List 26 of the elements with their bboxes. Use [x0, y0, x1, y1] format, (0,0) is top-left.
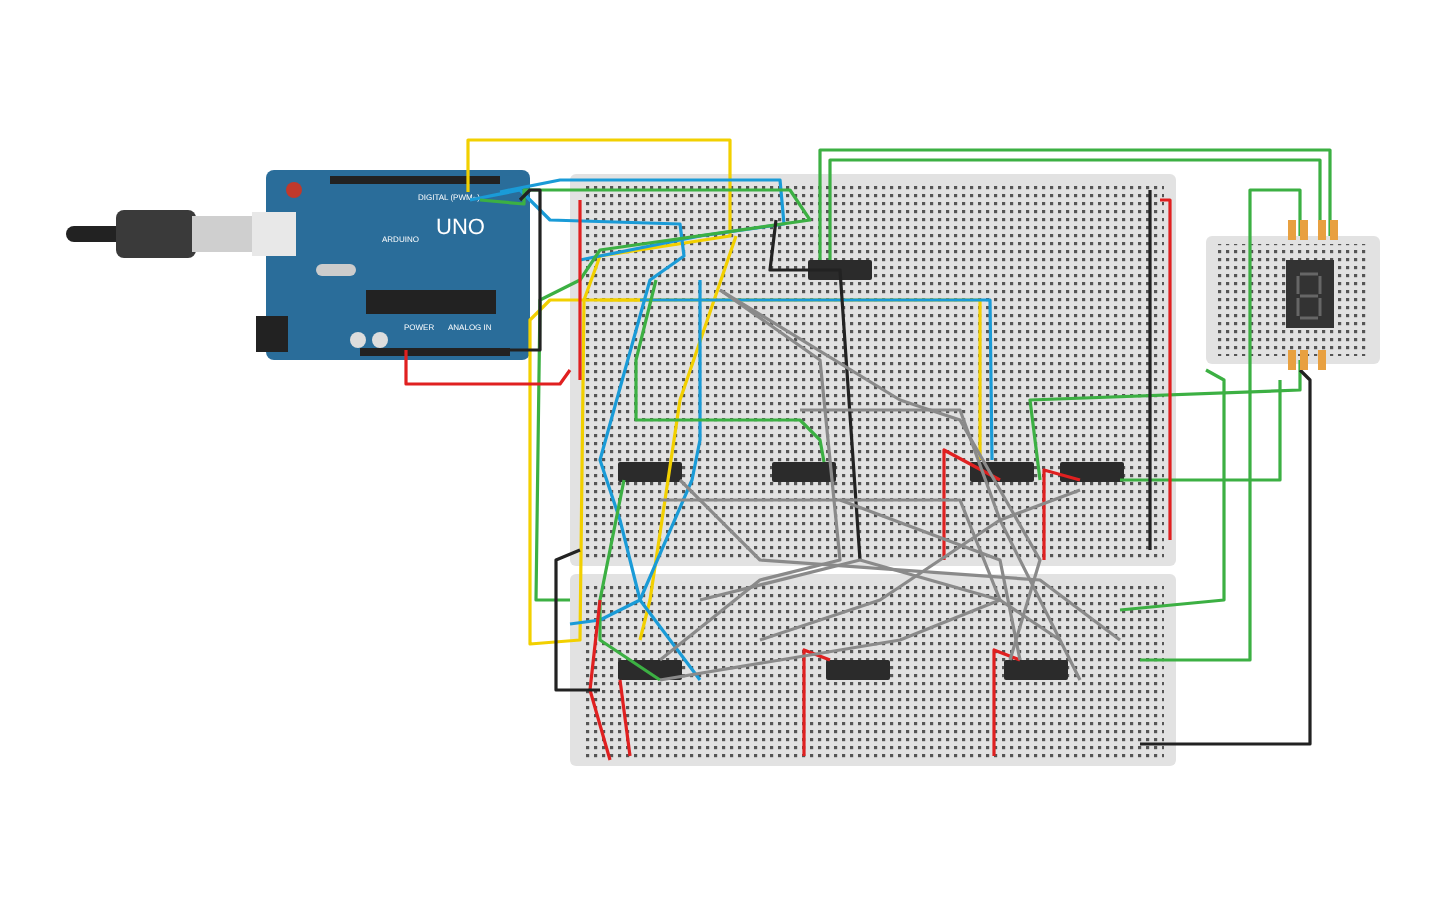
- model-label: UNO: [436, 216, 485, 240]
- wire[interactable]: [569, 280, 702, 626]
- wire[interactable]: [598, 479, 661, 682]
- wire[interactable]: [1120, 380, 1282, 482]
- wire[interactable]: [699, 558, 1061, 642]
- wire[interactable]: [659, 498, 1002, 682]
- wire[interactable]: [499, 178, 786, 262]
- chip[interactable]: [618, 462, 682, 482]
- wire[interactable]: [659, 288, 842, 662]
- wire[interactable]: [942, 448, 1001, 560]
- arduino-board[interactable]: [252, 170, 530, 360]
- chip[interactable]: [772, 462, 836, 482]
- wire[interactable]: [839, 498, 1022, 661]
- wire[interactable]: [678, 478, 1121, 642]
- wire[interactable]: [1140, 368, 1312, 746]
- wire[interactable]: [768, 219, 862, 561]
- wire[interactable]: [759, 488, 1081, 642]
- wire[interactable]: [1042, 468, 1081, 560]
- wire[interactable]: [802, 648, 831, 756]
- wire[interactable]: [719, 288, 1042, 661]
- wire[interactable]: [1028, 360, 1302, 481]
- wire[interactable]: [404, 350, 572, 386]
- wire[interactable]: [554, 548, 600, 692]
- wire[interactable]: [992, 648, 1021, 756]
- wire[interactable]: [800, 408, 1082, 681]
- wire[interactable]: [1119, 368, 1226, 612]
